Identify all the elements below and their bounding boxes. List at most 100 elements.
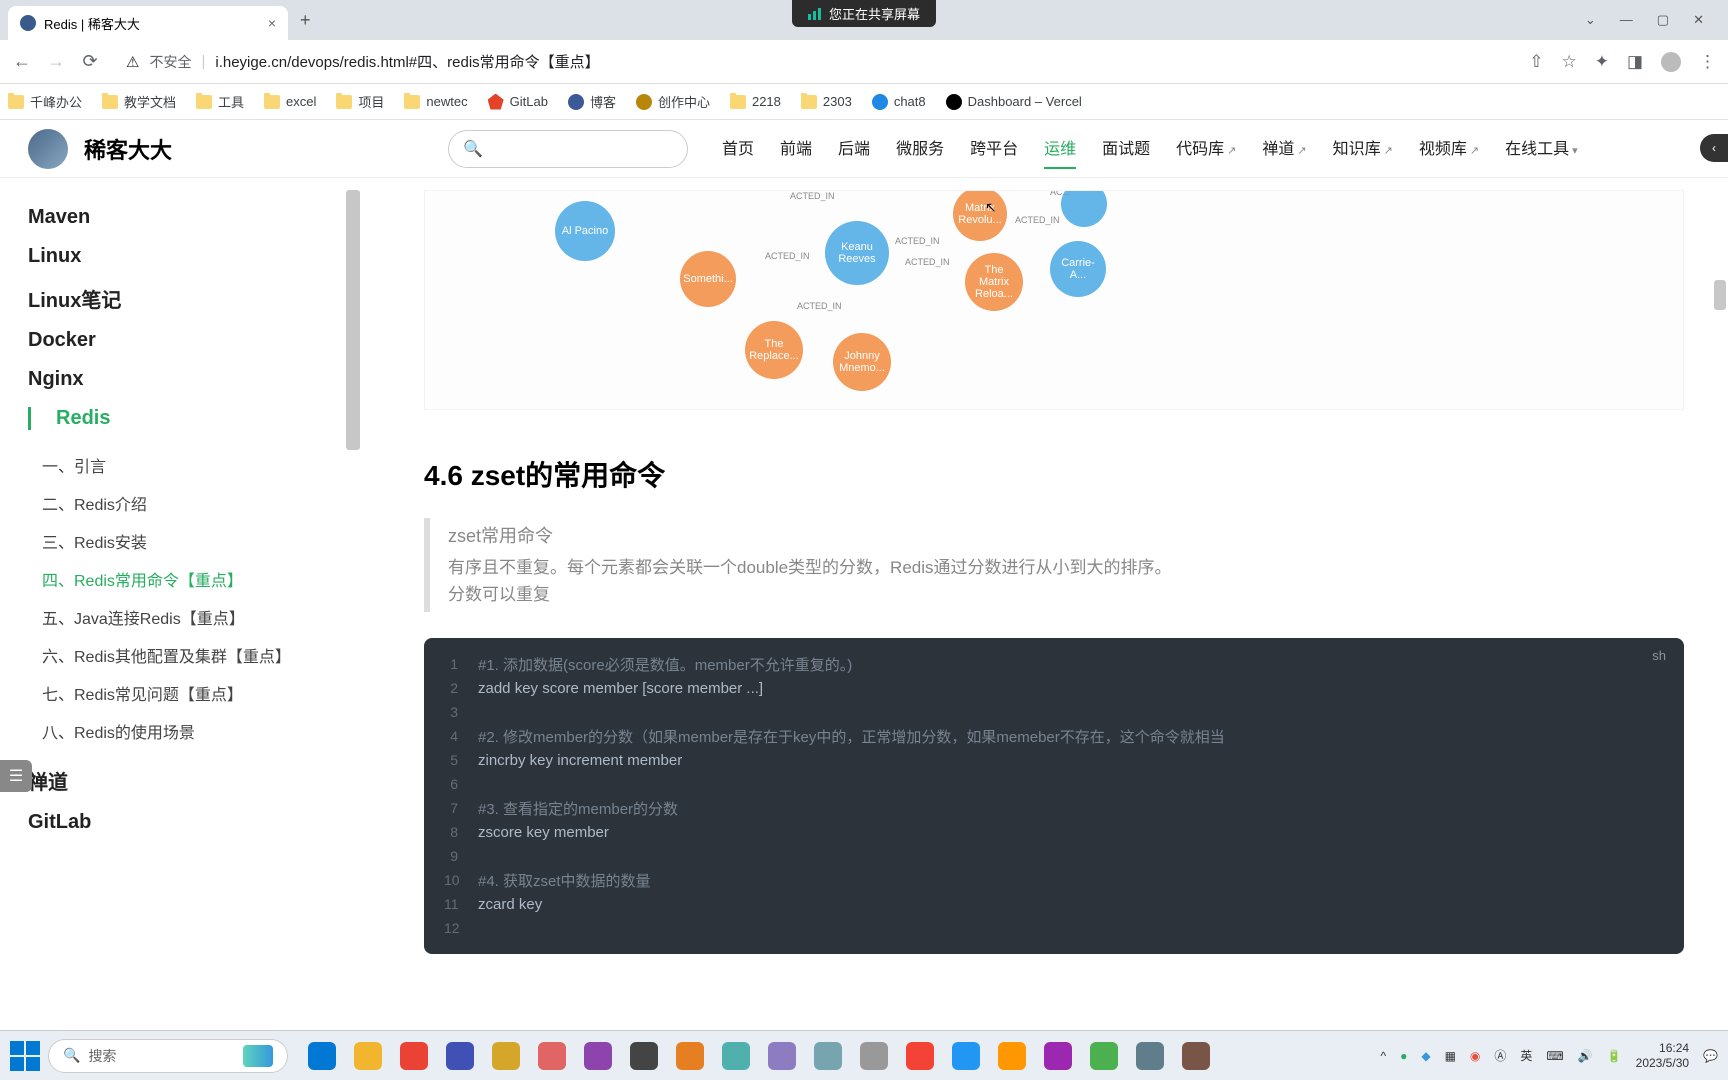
- sidebar-item[interactable]: 六、Redis其他配置及集群【重点】: [42, 636, 360, 674]
- sidebar-section[interactable]: Maven: [28, 206, 360, 229]
- star-icon[interactable]: ☆: [1561, 52, 1576, 72]
- sidebar-section[interactable]: Linux: [28, 245, 360, 268]
- page-scrollbar[interactable]: [1714, 280, 1726, 310]
- menu-icon[interactable]: ⋮: [1699, 52, 1716, 72]
- taskbar-app[interactable]: [906, 1042, 934, 1070]
- nav-link[interactable]: 微服务: [896, 135, 944, 163]
- nav-link[interactable]: 后端: [838, 135, 870, 163]
- taskbar-app[interactable]: [538, 1042, 566, 1070]
- nav-link[interactable]: 禅道↗: [1262, 135, 1306, 163]
- chevron-down-icon[interactable]: ⌄: [1585, 12, 1596, 28]
- sidebar-section[interactable]: Docker: [28, 329, 360, 352]
- bookmark-item[interactable]: 博客: [568, 92, 616, 111]
- taskbar-app[interactable]: [998, 1042, 1026, 1070]
- bookmark-item[interactable]: 千峰办公: [8, 92, 82, 111]
- browser-tab[interactable]: Redis | 稀客大大 ×: [8, 6, 288, 40]
- bookmark-item[interactable]: excel: [264, 94, 316, 109]
- taskbar-app[interactable]: [400, 1042, 428, 1070]
- taskbar-app[interactable]: [1182, 1042, 1210, 1070]
- sidebar-item[interactable]: 一、引言: [42, 446, 360, 484]
- sidebar-item[interactable]: 三、Redis安装: [42, 522, 360, 560]
- sidebar-section[interactable]: Linux笔记: [28, 284, 360, 313]
- tray-icon[interactable]: ▦: [1445, 1049, 1456, 1063]
- bookmark-item[interactable]: 教学文档: [102, 92, 176, 111]
- taskbar-app[interactable]: [952, 1042, 980, 1070]
- back-button[interactable]: ←: [12, 51, 32, 72]
- bookmark-item[interactable]: 创作中心: [636, 92, 710, 111]
- url-field[interactable]: ⚠ 不安全 | i.heyige.cn/devops/redis.html#四、…: [114, 46, 1515, 78]
- reload-button[interactable]: ⟳: [80, 51, 100, 72]
- taskbar-app[interactable]: [1136, 1042, 1164, 1070]
- taskbar-app[interactable]: [354, 1042, 382, 1070]
- nav-link[interactable]: 首页: [722, 135, 754, 163]
- site-title[interactable]: 稀客大大: [84, 133, 172, 165]
- nav-link[interactable]: 知识库↗: [1333, 135, 1393, 163]
- taskbar-app[interactable]: [308, 1042, 336, 1070]
- sidebar-scrollbar[interactable]: [346, 190, 360, 450]
- bookmark-item[interactable]: newtec: [404, 94, 467, 109]
- profile-icon[interactable]: [1661, 52, 1681, 72]
- nav-link[interactable]: 面试题: [1102, 135, 1150, 163]
- nav-link[interactable]: 视频库↗: [1419, 135, 1479, 163]
- nav-link[interactable]: 代码库↗: [1176, 135, 1236, 163]
- taskbar-app[interactable]: [860, 1042, 888, 1070]
- tray-icon[interactable]: ◉: [1470, 1049, 1480, 1063]
- bookmark-item[interactable]: GitLab: [488, 94, 548, 110]
- taskbar-app[interactable]: [676, 1042, 704, 1070]
- sidebar-item[interactable]: 五、Java连接Redis【重点】: [42, 598, 360, 636]
- bookmark-item[interactable]: 工具: [196, 92, 244, 111]
- wifi-icon[interactable]: ⌨: [1546, 1049, 1563, 1063]
- sidebar-section[interactable]: Redis: [28, 407, 360, 430]
- sidebar-item[interactable]: 八、Redis的使用场景: [42, 712, 360, 750]
- nav-link[interactable]: 运维: [1044, 135, 1076, 163]
- taskbar-app[interactable]: [584, 1042, 612, 1070]
- close-icon[interactable]: ×: [268, 15, 276, 31]
- forward-button[interactable]: →: [46, 51, 66, 72]
- taskbar-app[interactable]: [768, 1042, 796, 1070]
- tray-icon[interactable]: ◆: [1421, 1049, 1430, 1063]
- new-tab-button[interactable]: +: [300, 10, 311, 31]
- tray-icon[interactable]: ●: [1400, 1049, 1407, 1063]
- bookmark-item[interactable]: 项目: [336, 92, 384, 111]
- bookmark-item[interactable]: 2218: [730, 94, 781, 109]
- clock[interactable]: 16:24 2023/5/30: [1636, 1041, 1689, 1070]
- sidebar-item[interactable]: 四、Redis常用命令【重点】: [42, 560, 360, 598]
- taskbar-app[interactable]: [492, 1042, 520, 1070]
- taskbar-app[interactable]: [630, 1042, 658, 1070]
- drawer-toggle[interactable]: ‹: [1700, 134, 1728, 162]
- sidebar-section[interactable]: Nginx: [28, 368, 360, 391]
- share-icon[interactable]: ⇧: [1529, 52, 1543, 72]
- ime-indicator[interactable]: 英: [1520, 1047, 1532, 1064]
- taskbar-app[interactable]: [722, 1042, 750, 1070]
- extensions-icon[interactable]: ✦: [1595, 52, 1609, 72]
- volume-icon[interactable]: 🔊: [1578, 1049, 1593, 1063]
- sidebar-item[interactable]: 七、Redis常见问题【重点】: [42, 674, 360, 712]
- taskbar-app[interactable]: [814, 1042, 842, 1070]
- notifications-icon[interactable]: 💬: [1703, 1049, 1718, 1063]
- toc-toggle[interactable]: ☰: [0, 760, 32, 792]
- system-tray[interactable]: ^ ● ◆ ▦ ◉ Ⓐ 英 ⌨ 🔊 🔋 16:24 2023/5/30 💬: [1380, 1041, 1718, 1070]
- close-window-icon[interactable]: ✕: [1693, 12, 1704, 28]
- taskbar-app[interactable]: [1090, 1042, 1118, 1070]
- nav-link[interactable]: 跨平台: [970, 135, 1018, 163]
- site-search[interactable]: 🔍: [448, 130, 688, 168]
- start-button[interactable]: [10, 1041, 40, 1071]
- sidebar-section[interactable]: 禅道: [28, 766, 360, 795]
- battery-icon[interactable]: 🔋: [1607, 1049, 1622, 1063]
- nav-link[interactable]: 在线工具▾: [1505, 135, 1578, 163]
- site-logo[interactable]: [28, 129, 68, 169]
- sidebar-item[interactable]: 二、Redis介绍: [42, 484, 360, 522]
- sidebar-section[interactable]: GitLab: [28, 811, 360, 834]
- minimize-icon[interactable]: —: [1620, 12, 1633, 28]
- tray-icon[interactable]: Ⓐ: [1494, 1047, 1506, 1064]
- bookmark-item[interactable]: chat8: [872, 94, 926, 110]
- nav-link[interactable]: 前端: [780, 135, 812, 163]
- code-block[interactable]: sh 1#1. 添加数据(score必须是数值。member不允许重复的。)2z…: [424, 638, 1684, 954]
- taskbar-search[interactable]: 🔍 搜索: [48, 1039, 288, 1073]
- taskbar-app[interactable]: [1044, 1042, 1072, 1070]
- maximize-icon[interactable]: ▢: [1657, 12, 1669, 28]
- bookmark-item[interactable]: 2303: [801, 94, 852, 109]
- tray-chevron-icon[interactable]: ^: [1380, 1049, 1386, 1063]
- sidepanel-icon[interactable]: ◨: [1627, 52, 1643, 72]
- bookmark-item[interactable]: Dashboard – Vercel: [946, 94, 1082, 110]
